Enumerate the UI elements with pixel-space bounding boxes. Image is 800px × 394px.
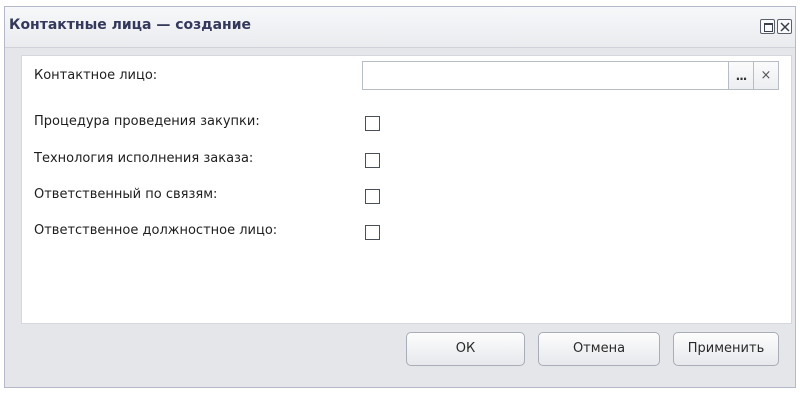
- cancel-button[interactable]: Отмена: [538, 332, 660, 366]
- order-technology-label: Технология исполнения заказа:: [34, 151, 254, 166]
- procurement-procedure-checkbox[interactable]: [365, 116, 380, 131]
- communications-responsible-checkbox[interactable]: [365, 189, 380, 204]
- responsible-official-checkbox[interactable]: [365, 225, 380, 240]
- form-panel: Контактное лицо: ... × Процедура проведе…: [21, 55, 792, 324]
- title-bar[interactable]: Контактные лица — создание: [5, 7, 795, 48]
- maximize-icon[interactable]: [760, 19, 775, 34]
- window-title: Контактные лица — создание: [9, 17, 252, 33]
- order-technology-checkbox[interactable]: [365, 153, 380, 168]
- responsible-official-label: Ответственное должностное лицо:: [34, 223, 278, 238]
- communications-responsible-label: Ответственный по связям:: [34, 187, 218, 202]
- dialog-window: Контактные лица — создание Контактное ли…: [4, 6, 796, 388]
- procurement-procedure-label: Процедура проведения закупки:: [34, 114, 260, 129]
- close-icon[interactable]: [777, 19, 792, 34]
- clear-contact-button[interactable]: ×: [753, 61, 779, 90]
- apply-button[interactable]: Применить: [673, 332, 779, 366]
- ok-button[interactable]: ОК: [406, 332, 525, 366]
- select-contact-button[interactable]: ...: [728, 61, 754, 90]
- contact-person-input[interactable]: [362, 61, 756, 90]
- contact-person-label: Контактное лицо:: [34, 68, 158, 83]
